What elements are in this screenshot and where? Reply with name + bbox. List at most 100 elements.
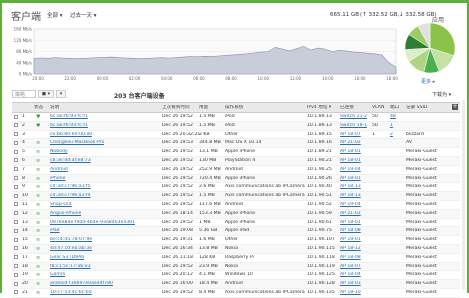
row-description[interactable]: 6c:ae:f6:93:fc:f1	[50, 123, 88, 129]
row-checkbox[interactable]	[14, 140, 18, 145]
col-ipv4[interactable]: IPv4 地址 ▾	[307, 105, 331, 111]
table-row[interactable]: 18 ≋ f8:c1:5c:17:ab:e3 Dec 26 19:52 23.9 MB N…	[12, 262, 460, 272]
row-checkbox[interactable]	[14, 237, 18, 242]
table-row[interactable]: 8 ≋ iPhone Dec 26 19:52 720.4 MB Apple iPhone…	[12, 174, 460, 184]
col-ssid[interactable]: 记录 SSID	[406, 105, 427, 111]
table-row[interactable]: 21 ≋ 10:c7:53:4c:6c:60 Dec 26 19:52 8.4 MB Ax…	[12, 289, 460, 298]
row-checkbox[interactable]	[14, 158, 18, 163]
row-connected-device[interactable]: AP 18-08	[340, 228, 361, 234]
row-description[interactable]: 6c:ae:f6:93:fc:f1	[50, 114, 88, 120]
table-row[interactable]: 7 ≋ Android Dec 26 19:52 252.9 MB Android 10.1…	[12, 166, 460, 175]
row-description[interactable]: Shop-Out	[50, 202, 72, 208]
table-row[interactable]: 11 ≋ Shop-Out Dec 26 19:52 117.6 MB Android 10…	[12, 201, 460, 210]
row-description[interactable]: Angus-iPhone	[50, 211, 81, 217]
row-connected-device[interactable]: AP 18-01	[340, 176, 361, 182]
table-row[interactable]: 16 ≋ 4d:47:cd:ea:ab:3e Dec 26 16:34 13.8 MB N…	[12, 244, 460, 254]
row-checkbox[interactable]	[14, 255, 18, 260]
row-connected-device[interactable]: AP 18-13	[340, 193, 361, 199]
row-description[interactable]: c4:3d:c7:96:a3:f4	[50, 193, 91, 199]
row-checkbox[interactable]	[14, 202, 18, 207]
row-connected-device[interactable]: AP 18-01	[340, 149, 361, 155]
row-description[interactable]: c8:3e:4d:af:e8:73	[50, 158, 91, 164]
row-description[interactable]: f8:c1:5c:17:ab:e3	[50, 264, 91, 270]
table-row[interactable]: 4 ≋ Chenglieu-MacBook-Pro Dec 26 19:53 344.8…	[12, 139, 460, 149]
row-connected-device[interactable]: AP 18-13	[340, 184, 361, 190]
row-checkbox[interactable]	[14, 193, 18, 198]
row-checkbox[interactable]	[14, 211, 18, 216]
row-checkbox[interactable]	[14, 220, 18, 225]
table-row[interactable]: 14 ≋ iPad Dec 26 19:08 5.36 GB Apple iPad 10.1…	[12, 227, 460, 237]
row-connected-device[interactable]: AP 19-04	[340, 167, 361, 173]
row-description[interactable]: Gamm	[50, 272, 65, 278]
col-port[interactable]: 端口	[390, 105, 399, 111]
row-checkbox[interactable]	[14, 228, 18, 233]
download-as-button[interactable]: 下载为 ▾	[432, 91, 451, 98]
policy-button[interactable]: ◼ ▾	[38, 90, 54, 98]
row-description[interactable]: android-f30b97e0ae44f780	[50, 281, 113, 287]
row-checkbox[interactable]	[14, 123, 18, 128]
row-connected-device[interactable]: AP 21-02	[340, 211, 361, 217]
row-checkbox[interactable]	[14, 290, 18, 295]
row-port[interactable]: 2	[390, 132, 393, 138]
table-row[interactable]: 6 ≋ c8:3e:4d:af:e8:73 Dec 26 19:52 130 MB Pla…	[12, 156, 460, 166]
row-connected-device[interactable]: AP 19-04	[340, 202, 361, 208]
row-connected-device[interactable]: AP 18-04	[340, 272, 361, 278]
table-row[interactable]: 19 ≋ Gamm Dec 26 20:12 4.1 MB Windows 10 10.1.…	[12, 271, 460, 281]
table-row[interactable]: 17 ≋ Gear S3 (D9A6 Dec 26 11:18 128 KB Raspbe…	[12, 254, 460, 263]
row-description[interactable]: c4:3d:c7:96:a3:f5	[50, 184, 91, 190]
row-checkbox[interactable]	[14, 149, 18, 154]
col-description[interactable]: 说明	[50, 105, 59, 111]
time-dropdown[interactable]: 过去一天 ▾	[70, 11, 97, 19]
row-checkbox[interactable]	[14, 264, 18, 269]
row-description[interactable]: ce:b6:80:60:00:e0	[50, 132, 92, 138]
row-connected-device[interactable]: AP 18-07	[340, 132, 361, 138]
row-checkbox[interactable]	[14, 281, 18, 286]
row-connected-device[interactable]: AP 19-01	[340, 237, 361, 243]
scope-dropdown[interactable]: 全部 ▾	[47, 11, 63, 19]
row-checkbox[interactable]	[14, 272, 18, 277]
row-connected-device[interactable]: AP 18-07	[340, 264, 361, 270]
table-row[interactable]: 15 ≋ be:c4:45:78:07:9e Dec 26 19:31 1.6 MB Ot…	[12, 236, 460, 245]
row-checkbox[interactable]	[14, 132, 18, 137]
table-row[interactable]: 13 ≋ 0978a84e-f40d-4b4e-93a8403e4391 Dec 26…	[12, 219, 460, 228]
table-row[interactable]: 3 ce:b6:80:60:00:e0 Dec 26 20:32:21 2 KB Oth…	[12, 131, 460, 140]
col-status[interactable]: 状态	[34, 105, 43, 111]
scrollbar[interactable]	[462, 100, 465, 290]
col-usage[interactable]: 用量	[199, 105, 208, 111]
row-description[interactable]: Chenglieu-MacBook-Pro	[50, 140, 104, 146]
table-row[interactable]: 1 ♥ 6c:ae:f6:93:fc:f1 Dec 26 19:52 1.5 MB iPo…	[12, 113, 460, 122]
options-button[interactable]: ▾	[56, 90, 66, 98]
row-port[interactable]: 1	[390, 123, 393, 129]
row-checkbox[interactable]	[14, 167, 18, 172]
table-row[interactable]: 10 ≋ c4:3d:c7:96:a3:f4 Dec 26 19:52 1.5 MB Ax…	[12, 192, 460, 201]
row-connected-device[interactable]: Switch 18-1	[340, 123, 367, 129]
col-os[interactable]: 操作系统	[225, 105, 243, 111]
row-connected-device[interactable]: AP 18-08	[340, 255, 361, 261]
row-checkbox[interactable]	[14, 114, 18, 119]
row-connected-device[interactable]: AP 18-12	[340, 246, 361, 252]
table-row[interactable]: 2 ♥ 6c:ae:f6:93:fc:f1 Dec 26 19:52 1.5 MB iPo…	[12, 121, 460, 131]
col-connected[interactable]: 已连接	[340, 105, 354, 111]
more-link[interactable]: 更多 ▸	[421, 78, 435, 85]
table-row[interactable]: 9 ≋ c4:3d:c7:96:a3:f5 Dec 26 19:52 2.6 MB Axi…	[12, 183, 460, 193]
row-checkbox[interactable]	[14, 184, 18, 189]
row-description[interactable]: Android	[50, 167, 68, 173]
apps-pie-chart[interactable]	[402, 20, 458, 76]
row-connected-device[interactable]: Switch 21-2	[340, 114, 367, 120]
row-checkbox[interactable]	[14, 176, 18, 181]
row-description[interactable]: iPad	[50, 228, 60, 234]
row-connected-device[interactable]: AP 18-03	[340, 281, 361, 287]
row-connected-device[interactable]: AP 18-01	[340, 220, 361, 226]
add-column-button[interactable]: +	[452, 104, 458, 110]
row-checkbox[interactable]	[14, 246, 18, 251]
row-description[interactable]: Nobody	[50, 149, 68, 155]
row-connected-device[interactable]: AP 21-02	[340, 140, 361, 146]
col-vlan[interactable]: VLAN	[372, 105, 384, 111]
row-description[interactable]: Gear S3 (D9A6	[50, 255, 84, 261]
row-description[interactable]: 4d:47:cd:ea:ab:3e	[50, 246, 92, 252]
table-row[interactable]: 5 ≋ Nobody Dec 26 19:52 13.1 MB Apple iPhone 1…	[12, 148, 460, 157]
row-connected-device[interactable]: AP 18-01	[340, 158, 361, 164]
col-last-seen[interactable]: 上次看到时间	[162, 105, 190, 111]
search-input[interactable]: 策略	[12, 90, 36, 98]
row-description[interactable]: be:c4:45:78:07:9e	[50, 237, 92, 243]
